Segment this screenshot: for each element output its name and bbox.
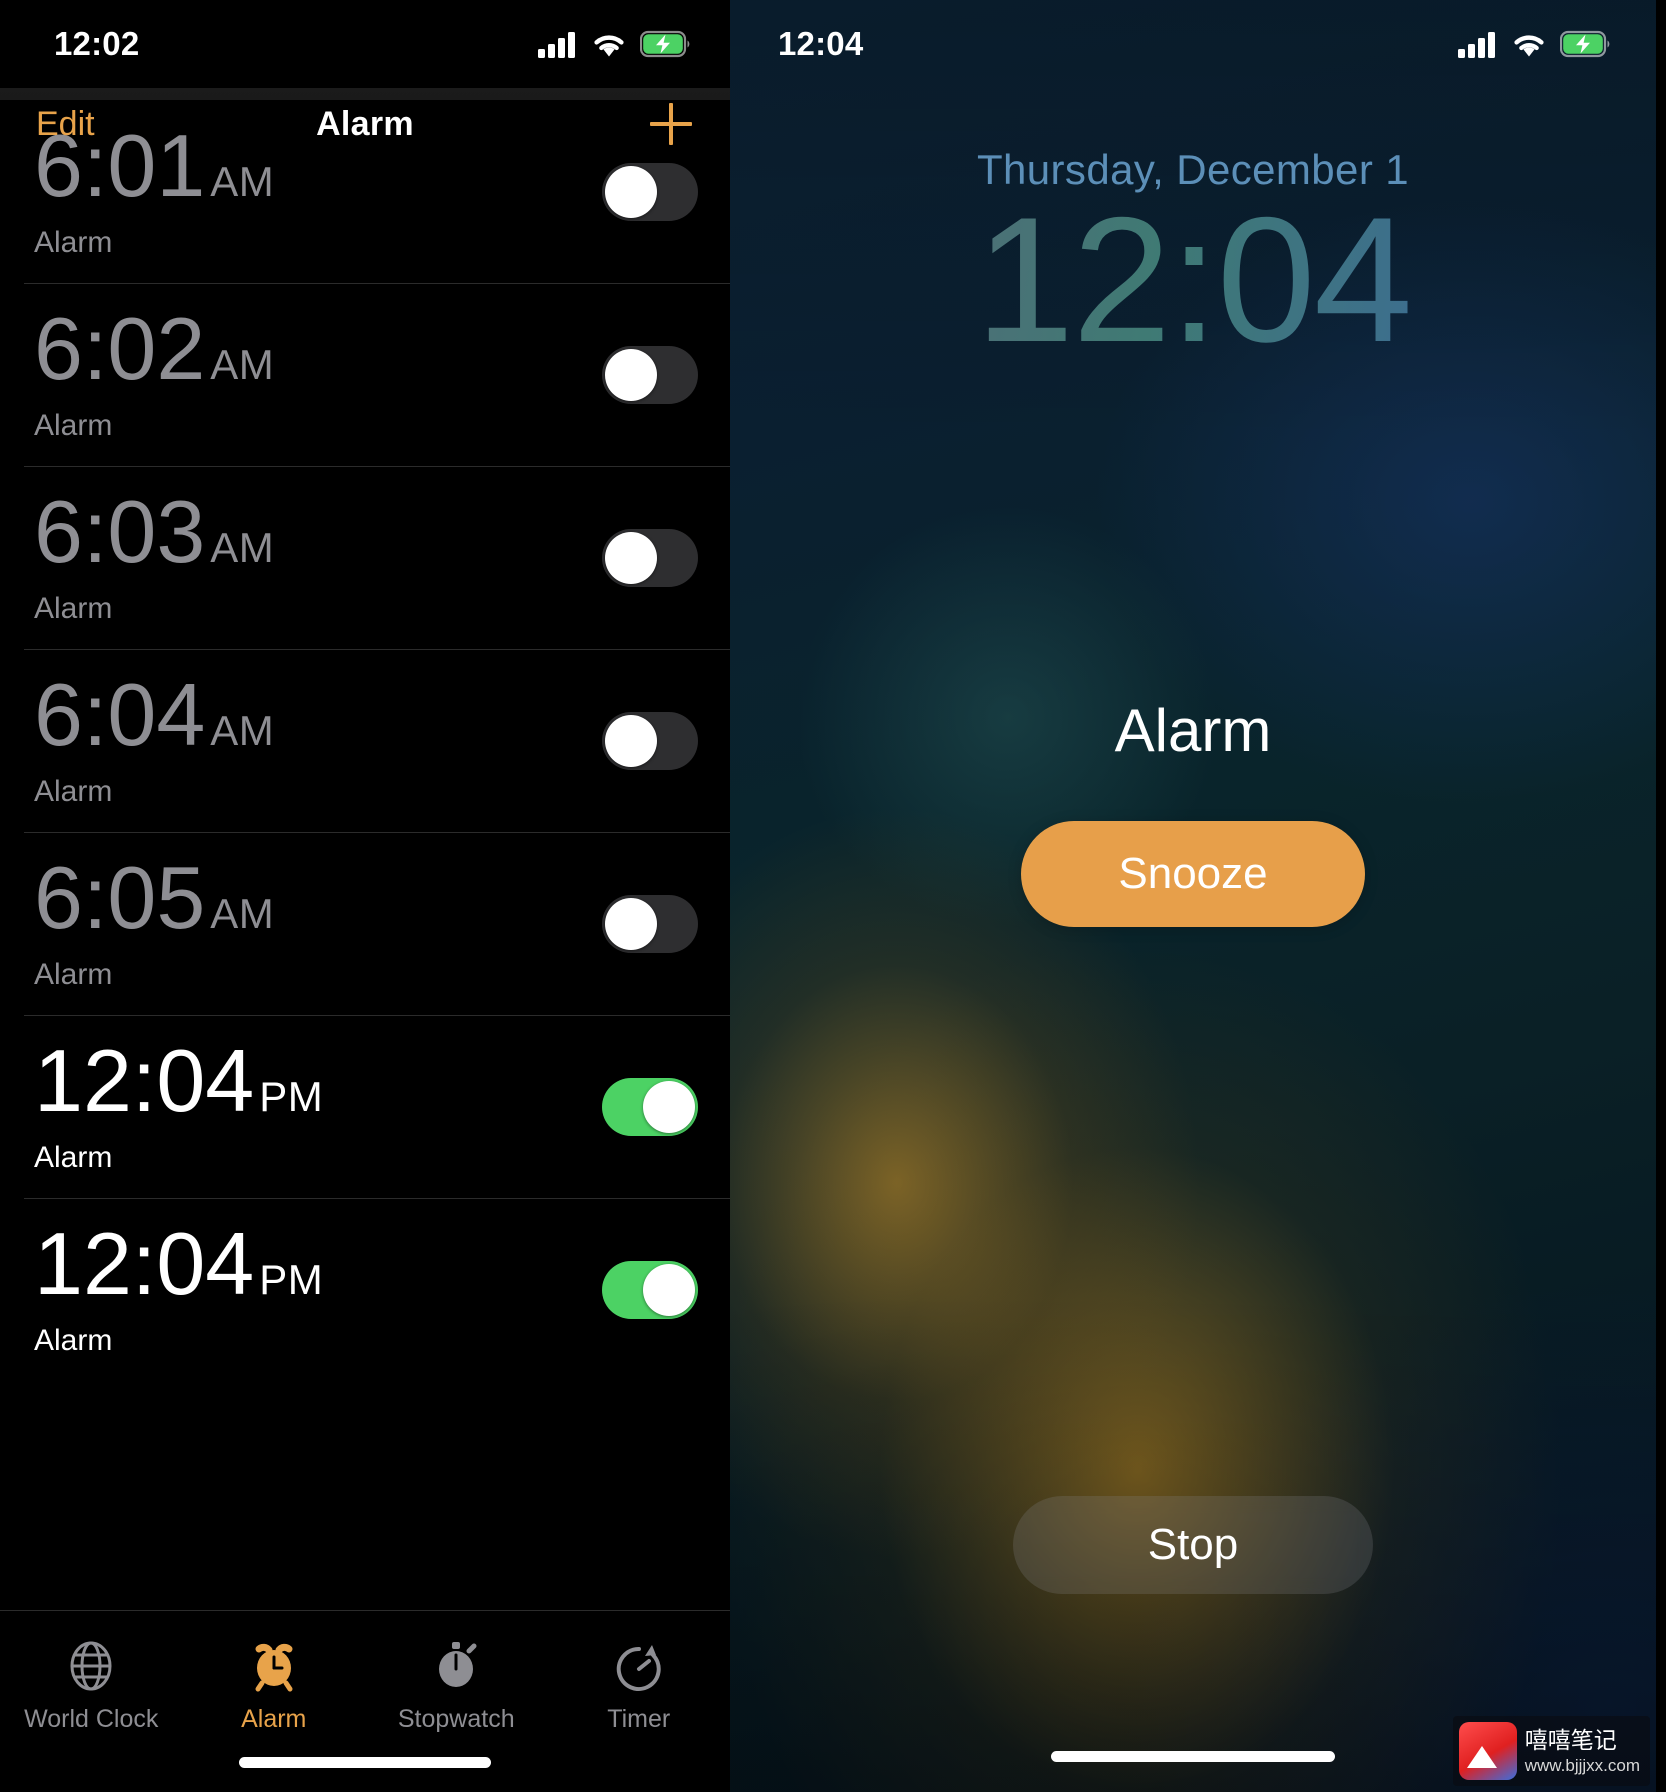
alarm-toggle-knob [643, 1080, 695, 1133]
alarm-toggle[interactable] [602, 894, 698, 953]
snooze-button[interactable]: Snooze [1021, 821, 1365, 928]
tab-label: Alarm [241, 1705, 307, 1733]
page-title: Alarm [316, 104, 414, 143]
cellular-bars-icon [1458, 32, 1495, 58]
tab-stopwatch[interactable]: Stopwatch [365, 1637, 548, 1734]
alarm-list: 6:01 AM Alarm 6:02 AM Alarm 6:03 AM Alarm 6:04 AM A… [0, 100, 730, 1381]
alarm-row[interactable]: 6:02 AM Alarm [0, 283, 730, 466]
status-bar-time: 12:02 [54, 25, 140, 62]
alarm-time-value: 6:05 [34, 848, 206, 948]
alarm-clock-icon [247, 1637, 301, 1695]
tab-world-clock[interactable]: World Clock [0, 1637, 183, 1734]
lock-screen-content: Thursday, December 1 12:04 Alarm Snooze [730, 146, 1656, 928]
alarm-row[interactable]: 6:05 AM Alarm [0, 832, 730, 1015]
alarm-time: 12:04 PM [34, 1214, 324, 1314]
stopwatch-icon [429, 1637, 483, 1695]
status-bar-icons [1458, 30, 1612, 58]
alarm-time-value: 6:03 [34, 482, 206, 582]
alarm-toggle-knob [605, 897, 657, 950]
alarm-toggle[interactable] [602, 162, 698, 221]
alarm-row[interactable]: 6:04 AM Alarm [0, 649, 730, 832]
alarm-label: Alarm [34, 408, 113, 442]
alarm-toggle-knob [605, 714, 657, 767]
alarm-row[interactable]: 6:03 AM Alarm [0, 466, 730, 649]
alarm-label: Alarm [34, 225, 113, 259]
wifi-icon [1514, 34, 1544, 56]
tab-label: Stopwatch [397, 1705, 515, 1733]
alarm-toggle[interactable] [602, 711, 698, 770]
alarm-label: Alarm [34, 1140, 113, 1174]
alarm-row-text: 6:02 AM Alarm [34, 299, 275, 442]
status-bar-icons [538, 30, 692, 58]
status-bar-left: 12:02 [0, 0, 730, 88]
alarm-time-meridiem: PM [259, 1256, 324, 1304]
alarm-row[interactable]: 12:04 PM Alarm [0, 1015, 730, 1198]
tab-alarm[interactable]: Alarm [183, 1637, 366, 1734]
alarm-label: Alarm [34, 774, 113, 808]
alarm-time-value: 6:04 [34, 665, 206, 765]
alarm-row-text: 12:04 PM Alarm [34, 1214, 324, 1357]
tab-label: World Clock [24, 1705, 159, 1733]
home-indicator [239, 1757, 491, 1768]
alarm-row-text: 6:04 AM Alarm [34, 665, 275, 808]
tab-timer[interactable]: Timer [548, 1637, 731, 1734]
add-alarm-button[interactable] [648, 101, 694, 147]
tab-label: Timer [607, 1705, 671, 1733]
alarm-notification-title: Alarm [1114, 697, 1272, 765]
alarm-toggle-knob [643, 1263, 695, 1316]
alarm-time-meridiem: AM [210, 524, 275, 572]
alarm-time: 6:03 AM [34, 482, 275, 582]
alarm-toggle[interactable] [602, 1077, 698, 1136]
alarm-label: Alarm [34, 957, 113, 991]
timer-icon [612, 1637, 666, 1695]
alarm-time: 6:02 AM [34, 299, 275, 399]
alarm-time: 12:04 PM [34, 1031, 324, 1131]
lock-screen: 12:04 Thursday, December 1 12:04 Alarm S… [730, 0, 1656, 1792]
watermark: 嘻嘻笔记 www.bjjjxx.com [1452, 1716, 1650, 1786]
lock-time: 12:04 [730, 183, 1656, 376]
globe-icon [64, 1637, 118, 1695]
dual-phone-screenshot: 12:02 Edit Alarm 6:01 AM Alarm 6:02 AM A… [0, 0, 1666, 1792]
alarm-label: Alarm [34, 1323, 113, 1357]
alarm-toggle[interactable] [602, 528, 698, 587]
alarm-time-value: 6:02 [34, 299, 206, 399]
alarm-row-text: 6:05 AM Alarm [34, 848, 275, 991]
alarm-toggle-knob [605, 348, 657, 401]
alarm-toggle[interactable] [602, 1260, 698, 1319]
clock-app-screen: 12:02 Edit Alarm 6:01 AM Alarm 6:02 AM A… [0, 0, 730, 1792]
watermark-url: www.bjjjxx.com [1524, 1755, 1640, 1775]
alarm-time-meridiem: PM [259, 1073, 324, 1121]
alarm-time: 6:04 AM [34, 665, 275, 765]
alarm-time-value: 12:04 [34, 1214, 255, 1314]
cellular-bars-icon [538, 32, 575, 58]
alarm-time: 6:05 AM [34, 848, 275, 948]
alarm-time-meridiem: AM [210, 341, 275, 389]
alarm-label: Alarm [34, 591, 113, 625]
status-bar-right: 12:04 [730, 0, 1656, 88]
watermark-logo-icon [1458, 1722, 1517, 1780]
home-indicator [1051, 1751, 1335, 1762]
status-bar-time: 12:04 [778, 25, 864, 62]
alarm-toggle[interactable] [602, 345, 698, 404]
watermark-title: 嘻嘻笔记 [1524, 1727, 1617, 1753]
stop-button[interactable]: Stop [1013, 1496, 1373, 1594]
battery-charging-icon [1560, 30, 1610, 58]
alarm-row[interactable]: 12:04 PM Alarm [0, 1198, 730, 1381]
wifi-icon [594, 34, 624, 56]
alarm-time-meridiem: AM [210, 707, 275, 755]
alarm-time-value: 12:04 [34, 1031, 255, 1131]
alarm-time-meridiem: AM [210, 158, 275, 206]
alarm-row-text: 6:01 AM Alarm [34, 122, 275, 259]
battery-charging-icon [640, 30, 690, 58]
alarm-toggle-knob [605, 531, 657, 584]
alarm-row-text: 6:03 AM Alarm [34, 482, 275, 625]
alarm-toggle-knob [605, 165, 657, 218]
alarm-time-meridiem: AM [210, 890, 275, 938]
watermark-text: 嘻嘻笔记 www.bjjjxx.com [1525, 1726, 1640, 1776]
alarm-row-text: 12:04 PM Alarm [34, 1031, 324, 1174]
